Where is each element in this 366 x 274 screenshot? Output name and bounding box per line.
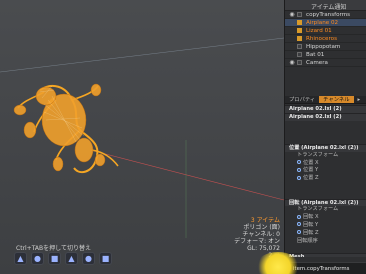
channel-row[interactable]: [285, 191, 366, 199]
channel-row[interactable]: [285, 121, 366, 129]
items-panel-header: アイテム通知: [285, 0, 366, 11]
lock-checkbox[interactable]: [297, 52, 302, 57]
sphere-icon[interactable]: ●: [31, 252, 44, 265]
channel-label: 位置 X: [303, 159, 319, 166]
lock-checkbox[interactable]: [297, 60, 302, 65]
channel-row[interactable]: 位置 (Airplane 02.lxl (2)): [285, 143, 366, 152]
channel-row[interactable]: 位置 Z: [285, 175, 366, 183]
channel-row[interactable]: トランスフォーム: [285, 152, 366, 160]
channel-key-icon[interactable]: [297, 175, 301, 180]
sphere2-icon[interactable]: ●: [82, 252, 95, 265]
channel-row[interactable]: [285, 245, 366, 253]
channel-label: 位置 Z: [303, 175, 319, 182]
lock-checkbox[interactable]: [297, 36, 302, 41]
channel-row[interactable]: 回転順序: [285, 238, 366, 246]
item-label: Hippopotam: [306, 43, 341, 50]
item-row[interactable]: ◉ Camera: [285, 59, 366, 67]
visibility-eye-icon[interactable]: [289, 20, 295, 26]
item-row[interactable]: Hippopotam: [285, 43, 366, 51]
channel-label: Airplane 02.lxl (2): [289, 113, 342, 120]
tab-1[interactable]: チャンネル: [319, 96, 354, 103]
channel-label: 位置 (Airplane 02.lxl (2)): [289, 144, 359, 151]
channel-label: トランスフォーム: [297, 206, 339, 213]
channel-label: 回転 (Airplane 02.lxl (2)): [289, 199, 359, 206]
channel-key-icon[interactable]: [297, 160, 301, 165]
channel-row[interactable]: 回転 Y: [285, 222, 366, 230]
cube2-icon[interactable]: ■: [99, 252, 112, 265]
visibility-eye-icon[interactable]: [289, 52, 295, 58]
channel-key-icon[interactable]: [297, 222, 301, 227]
stat-polygons: ポリゴン (面): [243, 224, 280, 231]
channel-row[interactable]: 位置 X: [285, 160, 366, 168]
channel-row[interactable]: 回転 Z: [285, 230, 366, 238]
channel-label: 回転 Y: [303, 221, 319, 228]
cube-icon[interactable]: ■: [48, 252, 61, 265]
channel-row[interactable]: Mesh: [285, 253, 366, 257]
cursor-highlight: [255, 252, 301, 274]
channel-key-icon[interactable]: [297, 230, 301, 235]
channel-row[interactable]: 位置 Y: [285, 167, 366, 175]
visibility-eye-icon[interactable]: ◉: [289, 11, 295, 18]
visibility-eye-icon[interactable]: [289, 28, 295, 34]
viewport-hint: Ctrl+TABを押して切り替え: [16, 245, 91, 252]
channel-row[interactable]: トランスフォーム: [285, 206, 366, 214]
channel-row[interactable]: [285, 128, 366, 136]
tab-2[interactable]: ▸: [354, 96, 365, 103]
item-label: copyTransforms: [306, 11, 351, 18]
lock-checkbox[interactable]: [297, 28, 302, 33]
channel-label: 回転 X: [303, 214, 319, 221]
lock-checkbox[interactable]: [297, 20, 302, 25]
lock-checkbox[interactable]: [297, 12, 302, 17]
item-label: Airplane 02: [306, 19, 339, 26]
channel-label: 回転 Z: [303, 229, 319, 236]
channel-key-icon[interactable]: [297, 167, 301, 172]
channel-label: 位置 Y: [303, 167, 319, 174]
item-label: Rhinoceros: [306, 35, 337, 42]
tab-0[interactable]: プロパティ: [285, 96, 319, 103]
channel-label: トランスフォーム: [297, 151, 339, 158]
channel-row[interactable]: Airplane 02.lxl (2): [285, 112, 366, 121]
tool-strip: ▲ ● ■ ▲ ● ■: [14, 252, 112, 265]
channel-tabbar: プロパティ チャンネル ▸: [285, 96, 366, 104]
lock-checkbox[interactable]: [297, 44, 302, 49]
stat-gl: GL: 75,072: [247, 245, 280, 252]
cone2-icon[interactable]: ▲: [65, 252, 78, 265]
channel-row[interactable]: [285, 136, 366, 144]
stat-channels: チャンネル: 0: [242, 231, 280, 238]
channel-row[interactable]: Airplane 02.lxl (2): [285, 105, 366, 113]
stat-items: 3 アイテム: [250, 217, 280, 224]
item-label: Bat 01: [306, 51, 325, 58]
channel-row[interactable]: 回転 X: [285, 214, 366, 222]
channel-label: 回転順序: [297, 237, 318, 244]
visibility-eye-icon[interactable]: [289, 36, 295, 42]
cone-icon[interactable]: ▲: [14, 252, 27, 265]
right-panel: アイテム通知 ◉ copyTransforms Airplane 02 Lizard …: [284, 0, 366, 274]
item-list: ◉ copyTransforms Airplane 02 Lizard 01 Rhino…: [285, 11, 366, 67]
channel-label: Airplane 02.lxl (2): [289, 106, 342, 112]
stat-deformer: デフォーマ: オン: [234, 238, 280, 245]
item-label: Camera: [306, 59, 328, 66]
channel-row[interactable]: [285, 183, 366, 191]
channel-key-icon[interactable]: [297, 214, 301, 219]
3d-viewport[interactable]: 3 アイテム ポリゴン (面) チャンネル: 0 デフォーマ: オン GL: 7…: [0, 0, 284, 274]
visibility-eye-icon[interactable]: [289, 44, 295, 50]
app-root: 3 アイテム ポリゴン (面) チャンネル: 0 デフォーマ: オン GL: 7…: [0, 0, 366, 274]
visibility-eye-icon[interactable]: ◉: [289, 59, 295, 66]
item-label: Lizard 01: [306, 27, 332, 34]
channel-list: Airplane 02.lxl (2) Airplane 02.lxl (2) 位置…: [285, 105, 366, 257]
